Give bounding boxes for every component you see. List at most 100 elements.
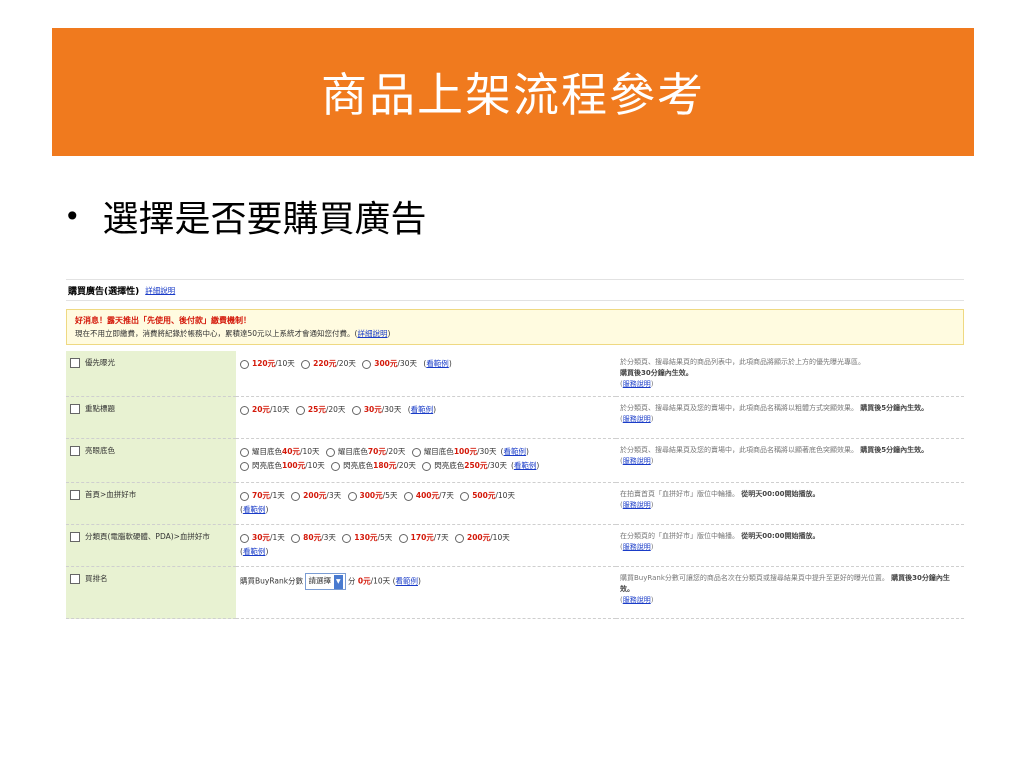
paren-close: ) (650, 380, 654, 388)
example-link[interactable]: 看範例 (503, 447, 526, 456)
price-value: 80元 (303, 533, 322, 542)
radio-icon[interactable] (342, 533, 352, 543)
price-option[interactable]: 30元/30天 (351, 403, 402, 417)
radio-icon[interactable] (455, 533, 464, 543)
price-option[interactable]: 300元/5天 (347, 489, 398, 503)
checkbox-icon[interactable] (70, 358, 80, 368)
price-option[interactable]: 170元/7天 (398, 531, 449, 545)
radio-icon[interactable] (301, 359, 311, 369)
radio-icon[interactable] (240, 533, 249, 543)
example-link[interactable]: 看範例 (243, 505, 266, 514)
ad-section-header: 購買廣告(選擇性) 詳細說明 (66, 279, 964, 301)
price-option[interactable]: 25元/20天 (295, 403, 345, 417)
price-option[interactable]: 閃亮底色250元/30天 (422, 459, 507, 473)
price-option[interactable]: 耀目底色100元/30天 (411, 445, 497, 459)
ad-desc: 於分類頁、搜尋結果頁的商品列表中，此項商品將顯示於上方的優先曝光專區。 (620, 358, 865, 366)
radio-icon[interactable] (240, 359, 249, 369)
ad-row: 亮眼底色 耀目底色40元/10天 耀目底色70元/20天 耀目底色100元/30… (66, 438, 964, 483)
ad-desc-cell: 購買BuyRank分數可讓您的商品名次在分類頁或搜尋結果頁中提升至更好的曝光位置… (616, 566, 964, 619)
checkbox-icon[interactable] (70, 446, 80, 456)
price-option[interactable]: 120元/10天 (240, 357, 295, 371)
price-option[interactable]: 200元/3天 (291, 489, 341, 503)
checkbox-icon[interactable] (70, 532, 80, 542)
price-value: 200元 (467, 533, 491, 542)
radio-icon[interactable] (351, 405, 361, 415)
radio-icon[interactable] (460, 491, 470, 501)
price-unit: /30天 (397, 359, 417, 368)
price-option[interactable]: 閃亮底色180元/20天 (331, 459, 416, 473)
ad-name-cell: 分類頁(電腦軟硬體、PDA)>血拼好市 (66, 524, 236, 567)
radio-icon[interactable] (325, 447, 335, 457)
bullet-point: • 選擇是否要購買廣告 (64, 186, 427, 246)
ad-options-cell: 120元/10天 220元/20天 300元/30天 (看範例) (236, 351, 616, 397)
price-option[interactable]: 耀目底色70元/20天 (325, 445, 406, 459)
checkbox-icon[interactable] (70, 490, 80, 500)
radio-icon[interactable] (398, 533, 408, 543)
price-option[interactable]: 80元/3天 (291, 531, 336, 545)
radio-icon[interactable] (240, 461, 249, 471)
price-unit: /5天 (382, 491, 398, 500)
price-option[interactable]: 130元/5天 (342, 531, 392, 545)
radio-icon[interactable] (295, 405, 305, 415)
radio-icon[interactable] (347, 491, 357, 501)
buyrank-select[interactable]: 請選擇 ▼ (305, 573, 346, 590)
notice-headline: 好消息！露天推出「先使用、後付款」繳費機制！ (75, 316, 251, 325)
service-link[interactable]: 服務說明 (623, 501, 651, 509)
price-option[interactable]: 30元/1天 (240, 531, 285, 545)
price-option[interactable]: 閃亮底色100元/10天 (240, 459, 325, 473)
radio-icon[interactable] (422, 461, 432, 471)
radio-icon[interactable] (291, 491, 301, 501)
service-link[interactable]: 服務說明 (623, 380, 651, 388)
example-link[interactable]: 看範例 (514, 461, 537, 470)
price-value: 170元 (410, 533, 434, 542)
price-option[interactable]: 耀目底色40元/10天 (240, 445, 320, 459)
price-unit: /30天 (476, 447, 497, 456)
example-link[interactable]: 看範例 (426, 359, 449, 368)
checkbox-icon[interactable] (70, 574, 80, 584)
paren-close: ) (650, 457, 654, 465)
example-link[interactable]: 看範例 (411, 405, 434, 414)
ad-row: 分類頁(電腦軟硬體、PDA)>血拼好市 30元/1天 80元/3天 130元/5… (66, 524, 964, 567)
radio-icon[interactable] (362, 359, 372, 369)
price-unit: /10天 (305, 461, 325, 470)
detail-link[interactable]: 詳細說明 (145, 285, 175, 296)
price-unit: /20天 (385, 447, 406, 456)
price-value: 400元 (415, 491, 440, 500)
buyrank-label: 購買BuyRank分數 (240, 576, 304, 586)
service-link[interactable]: 服務說明 (623, 457, 651, 465)
ad-name: 買排名 (85, 574, 108, 583)
service-link[interactable]: 服務說明 (623, 543, 651, 551)
radio-icon[interactable] (331, 461, 341, 471)
price-value: 250元 (464, 461, 488, 470)
price-value: 500元 (472, 491, 496, 500)
price-unit: /30天 (381, 405, 402, 414)
service-link[interactable]: 服務說明 (623, 596, 651, 604)
price-option[interactable]: 70元/1天 (240, 489, 285, 503)
ad-section-title: 購買廣告(選擇性) (68, 286, 140, 297)
ad-name: 首頁>血拼好市 (85, 490, 137, 499)
notice-detail-link[interactable]: 詳細說明 (357, 329, 387, 338)
radio-icon[interactable] (411, 447, 421, 457)
price-option[interactable]: 220元/20天 (301, 357, 356, 371)
slide-title-band: 商品上架流程參考 (52, 28, 974, 156)
service-link[interactable]: 服務說明 (623, 415, 651, 423)
price-option[interactable]: 400元/7天 (403, 489, 454, 503)
example-link[interactable]: 看範例 (396, 577, 419, 586)
price-option[interactable]: 200元/10天 (455, 531, 510, 545)
ad-desc: 在分類頁的「血拼好市」版位中輪播。 (620, 532, 739, 540)
checkbox-icon[interactable] (70, 404, 80, 414)
radio-icon[interactable] (240, 447, 249, 457)
radio-icon[interactable] (240, 491, 249, 501)
ad-name: 重點標題 (85, 404, 115, 413)
price-value: 120元 (252, 359, 276, 368)
radio-icon[interactable] (403, 491, 413, 501)
chevron-down-icon[interactable]: ▼ (333, 575, 343, 589)
ad-row: 首頁>血拼好市 70元/1天 200元/3天 300元/5天 400元/7天 5… (66, 482, 964, 525)
radio-icon[interactable] (240, 405, 249, 415)
example-link[interactable]: 看範例 (243, 547, 266, 556)
price-option[interactable]: 20元/10天 (240, 403, 290, 417)
paren-close: ) (418, 576, 421, 586)
price-option[interactable]: 500元/10天 (460, 489, 515, 503)
radio-icon[interactable] (291, 533, 301, 543)
price-option[interactable]: 300元/30天 (362, 357, 417, 371)
